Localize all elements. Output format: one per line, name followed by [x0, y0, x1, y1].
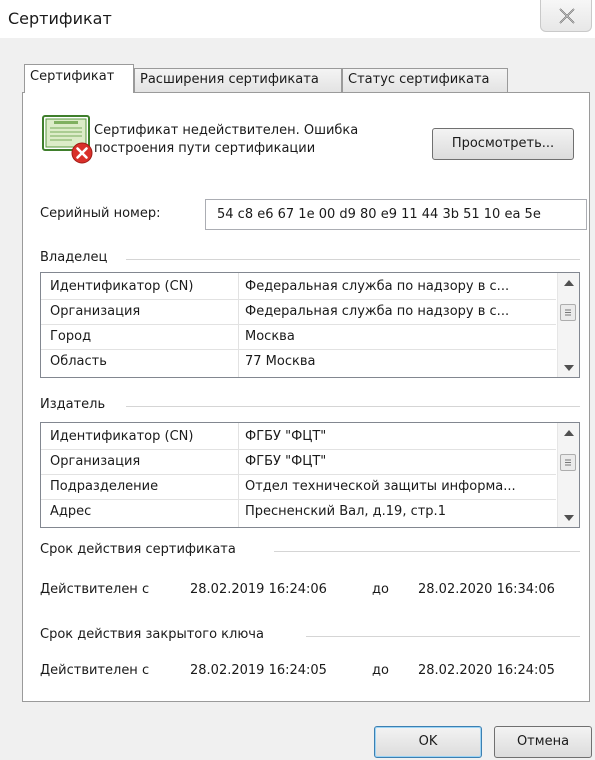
title-bar: Сертификат [0, 0, 595, 38]
owner-section-title: Владелец [40, 250, 108, 265]
table-row[interactable]: Город Москва [41, 325, 556, 348]
issuer-field-name: Организация [50, 454, 141, 469]
issuer-table-scrollbar[interactable] [557, 423, 579, 527]
table-row[interactable]: Организация Федеральная служба по надзор… [41, 300, 556, 323]
table-row[interactable]: Организация ФГБУ "ФЦТ" [41, 450, 556, 473]
status-line-2: построения пути сертификации [94, 141, 316, 156]
close-icon [559, 8, 575, 24]
grip-icon [565, 309, 571, 316]
owner-table-scrollbar[interactable] [557, 273, 579, 377]
window-title: Сертификат [8, 9, 112, 28]
owner-field-value: Федеральная служба по надзору в с... [245, 304, 510, 319]
table-row[interactable]: Подразделение Отдел технической защиты и… [41, 475, 556, 498]
key-validity-section-title: Срок действия закрытого ключа [40, 627, 264, 642]
tab-certificate-label: Сертификат [30, 69, 115, 84]
certificate-status-message: Сертификат недействителен. Ошибка постро… [94, 122, 358, 158]
owner-field-name: Организация [50, 304, 141, 319]
issuer-field-name: Адрес [50, 504, 92, 519]
tab-certificate[interactable]: Сертификат [24, 64, 134, 93]
cancel-button[interactable]: Отмена [494, 726, 592, 758]
table-row[interactable]: Идентификатор (CN) Федеральная служба по… [41, 275, 556, 298]
owner-section-divider [126, 259, 580, 260]
owner-field-name: Область [50, 354, 107, 369]
key-validity-from-label: Действителен с [40, 663, 150, 678]
scrollbar-thumb[interactable] [560, 304, 576, 321]
owner-field-name: Идентификатор (CN) [50, 279, 194, 294]
tab-panel [22, 92, 590, 702]
owner-field-name: Город [50, 329, 92, 344]
issuer-field-value: ФГБУ "ФЦТ" [245, 454, 327, 469]
table-row[interactable]: Область 77 Москва [41, 350, 556, 373]
issuer-field-value: ФГБУ "ФЦТ" [245, 429, 327, 444]
close-button[interactable] [540, 0, 592, 32]
scroll-down-arrow-icon[interactable] [564, 515, 574, 521]
validity-to-value: 28.02.2020 16:34:06 [418, 582, 555, 597]
scrollbar-thumb[interactable] [560, 454, 576, 471]
view-certificate-button[interactable]: Просмотреть... [432, 128, 574, 160]
validity-from-value: 28.02.2019 16:24:06 [190, 582, 327, 597]
ok-button-label: OK [418, 734, 438, 749]
grip-icon [565, 459, 571, 466]
issuer-field-name: Идентификатор (CN) [50, 429, 194, 444]
owner-field-value: Федеральная служба по надзору в с... [245, 279, 510, 294]
issuer-field-value: Пресненский Вал, д.19, стр.1 [245, 504, 446, 519]
issuer-table[interactable]: Идентификатор (CN) ФГБУ "ФЦТ" Организаци… [40, 422, 580, 528]
validity-section-divider [274, 551, 580, 552]
serial-number-value: 54 c8 e6 67 1e 00 d9 80 e9 11 44 3b 51 1… [217, 207, 541, 222]
tab-status[interactable]: Статус сертификата [342, 68, 508, 92]
status-line-1: Сертификат недействителен. Ошибка [94, 123, 359, 138]
key-validity-to-label: до [372, 663, 389, 678]
certificate-error-icon [42, 115, 93, 164]
key-validity-from-value: 28.02.2019 16:24:05 [190, 663, 327, 678]
owner-field-value: Москва [245, 329, 295, 344]
validity-from-label: Действителен с [40, 582, 150, 597]
issuer-section-title: Издатель [40, 397, 106, 412]
key-validity-to-value: 28.02.2020 16:24:05 [418, 663, 555, 678]
column-divider [238, 273, 239, 377]
tab-extensions[interactable]: Расширения сертификата [134, 68, 342, 92]
cancel-button-label: Отмена [516, 734, 570, 749]
view-certificate-button-label: Просмотреть... [451, 136, 555, 151]
scroll-down-arrow-icon[interactable] [564, 365, 574, 371]
validity-to-label: до [372, 582, 389, 597]
serial-number-field[interactable]: 54 c8 e6 67 1e 00 d9 80 e9 11 44 3b 51 1… [205, 199, 587, 230]
owner-table[interactable]: Идентификатор (CN) Федеральная служба по… [40, 272, 580, 378]
scroll-up-arrow-icon[interactable] [564, 430, 574, 436]
tab-status-label: Статус сертификата [348, 72, 490, 87]
table-row[interactable]: Идентификатор (CN) ФГБУ "ФЦТ" [41, 425, 556, 448]
key-validity-section-divider [306, 636, 580, 637]
column-divider [238, 423, 239, 527]
ok-button[interactable]: OK [374, 726, 482, 758]
table-row[interactable]: Адрес Пресненский Вал, д.19, стр.1 [41, 500, 556, 523]
issuer-section-divider [126, 406, 580, 407]
validity-section-title: Срок действия сертификата [40, 542, 236, 557]
scroll-up-arrow-icon[interactable] [564, 280, 574, 286]
issuer-field-value: Отдел технической защиты информа... [245, 479, 516, 494]
issuer-field-name: Подразделение [50, 479, 159, 494]
serial-number-label: Серийный номер: [40, 206, 161, 221]
owner-field-value: 77 Москва [245, 354, 316, 369]
tab-extensions-label: Расширения сертификата [140, 72, 319, 87]
